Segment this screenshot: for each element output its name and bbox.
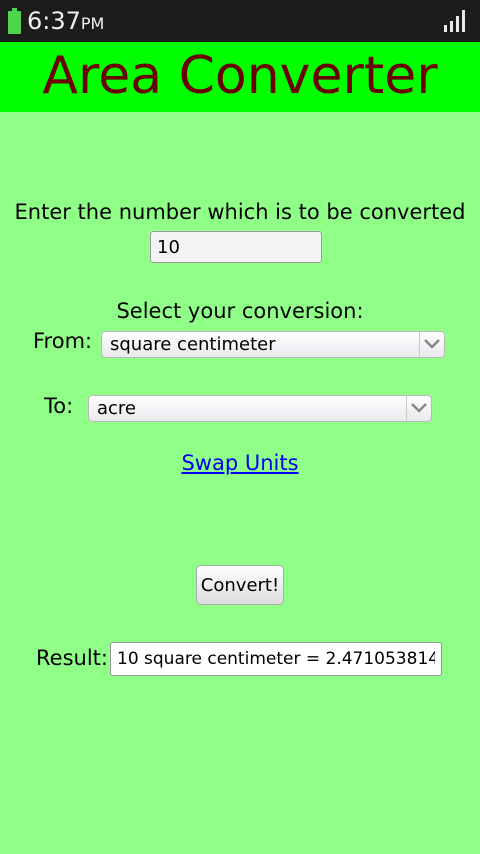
- status-time: 6:37PM: [27, 7, 105, 35]
- from-unit-value: square centimeter: [110, 334, 276, 355]
- to-label: To:: [44, 394, 74, 418]
- chevron-down-icon: [406, 396, 431, 421]
- convert-button[interactable]: Convert!: [196, 565, 284, 605]
- to-unit-value: acre: [97, 398, 137, 419]
- title-bar: Area Converter: [0, 42, 480, 112]
- chevron-down-icon: [419, 332, 444, 357]
- swap-units-row: Swap Units: [0, 451, 480, 475]
- conversion-label: Select your conversion:: [116, 299, 364, 323]
- to-unit-select[interactable]: acre: [88, 395, 432, 422]
- from-label: From:: [33, 329, 93, 353]
- app-title: Area Converter: [42, 46, 438, 106]
- battery-icon: [8, 8, 21, 34]
- result-label: Result:: [36, 646, 108, 670]
- result-field[interactable]: [110, 642, 442, 676]
- from-unit-select[interactable]: square centimeter: [101, 331, 445, 358]
- signal-strength-icon: [444, 10, 465, 32]
- status-bar: 6:37PM: [0, 0, 480, 42]
- number-prompt: Enter the number which is to be converte…: [14, 200, 466, 224]
- swap-units-link[interactable]: Swap Units: [181, 451, 298, 475]
- status-ampm: PM: [80, 14, 105, 33]
- number-input[interactable]: [150, 231, 322, 263]
